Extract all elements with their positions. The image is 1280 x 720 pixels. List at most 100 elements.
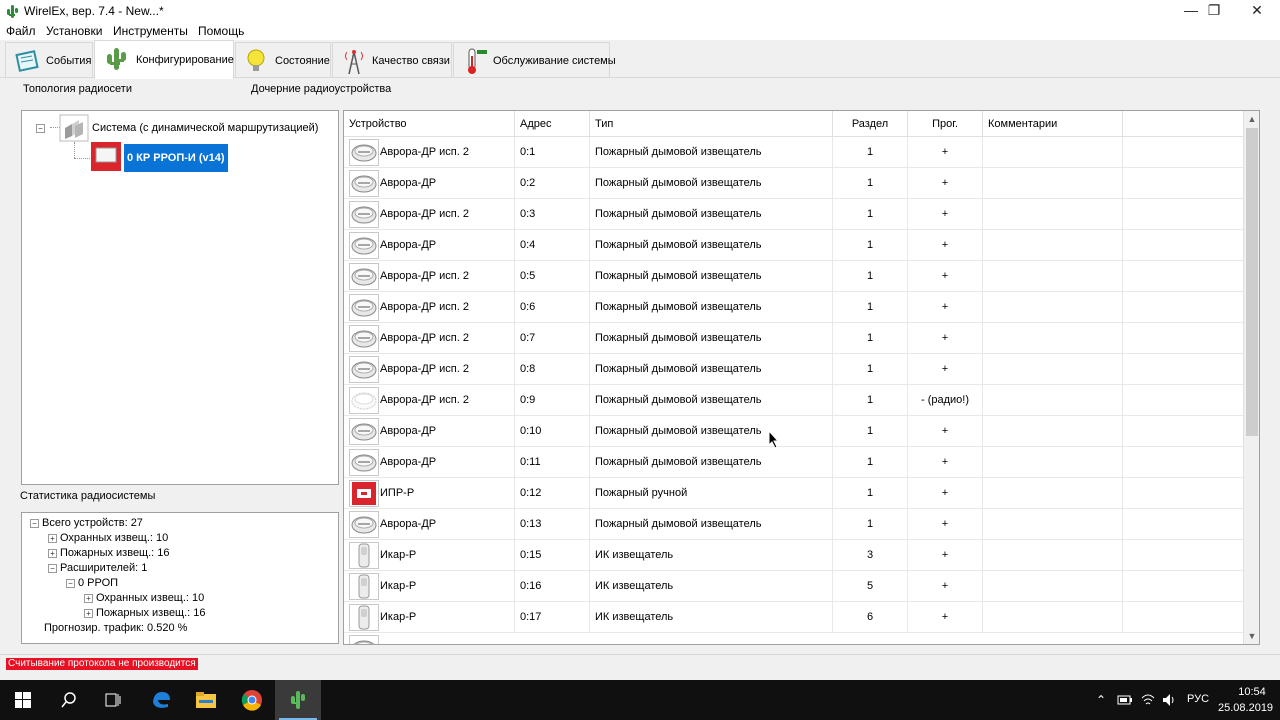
cell-type[interactable]: ИК извещатель — [590, 602, 833, 633]
table-row[interactable]: Аврора-ДР исп. 2 0:5 Пожарный дымовой изве… — [344, 261, 1244, 292]
menu-help[interactable]: Помощь — [198, 24, 244, 38]
cell-type[interactable]: Пожарный ручной — [590, 478, 833, 509]
table-row[interactable]: Аврора-ДР 0:2 Пожарный дымовой извещатель 1… — [344, 168, 1244, 199]
cell-address[interactable]: 0:6 — [515, 292, 590, 323]
cell-comment[interactable] — [983, 540, 1123, 571]
cell-prog[interactable]: + — [908, 323, 983, 354]
cell-section[interactable]: 1 — [833, 199, 908, 230]
cell-comment[interactable] — [983, 602, 1123, 633]
expand-icon[interactable]: + — [48, 533, 57, 543]
table-row-partial[interactable] — [344, 633, 1244, 644]
topology-tree[interactable]: − Система (с динамической маршрутизацией… — [21, 110, 339, 485]
cell-comment[interactable] — [983, 137, 1123, 168]
scrollbar-thumb[interactable] — [1246, 128, 1258, 436]
cell-prog[interactable]: + — [908, 261, 983, 292]
cell-prog[interactable]: + — [908, 199, 983, 230]
cell-prog[interactable]: + — [908, 478, 983, 509]
stats-total-devices[interactable]: − Всего устройств: 27 — [30, 517, 143, 529]
edge-icon[interactable] — [138, 680, 184, 720]
cell-comment[interactable] — [983, 447, 1123, 478]
clock-date[interactable]: 25.08.2019 — [1218, 702, 1273, 714]
tab-link-quality[interactable]: Качество связи — [332, 42, 452, 77]
table-row[interactable]: Аврора-ДР 0:13 Пожарный дымовой извещатель… — [344, 509, 1244, 540]
cell-address[interactable]: 0:13 — [515, 509, 590, 540]
file-explorer-icon[interactable] — [183, 680, 229, 720]
tab-state[interactable]: Состояние — [235, 42, 331, 77]
cell-prog[interactable]: + — [908, 571, 983, 602]
table-row[interactable]: Аврора-ДР исп. 2 0:8 Пожарный дымовой изве… — [344, 354, 1244, 385]
cell-address[interactable]: 0:11 — [515, 447, 590, 478]
cell-section[interactable]: 1 — [833, 478, 908, 509]
menu-tools[interactable]: Инструменты — [113, 24, 188, 38]
cell-type[interactable]: Пожарный дымовой извещатель — [590, 509, 833, 540]
cell-address[interactable]: 0:8 — [515, 354, 590, 385]
column-header-comments[interactable]: Комментарии — [983, 111, 1123, 137]
cell-address[interactable]: 0:12 — [515, 478, 590, 509]
cell-section[interactable]: 6 — [833, 602, 908, 633]
table-row[interactable]: Аврора-ДР 0:10 Пожарный дымовой извещатель… — [344, 416, 1244, 447]
chevron-up-icon[interactable]: ⌃ — [1096, 693, 1106, 707]
cell-comment[interactable] — [983, 478, 1123, 509]
menu-file[interactable]: Файл — [6, 24, 36, 38]
windows-start-icon[interactable] — [0, 680, 46, 720]
cell-prog[interactable]: + — [908, 168, 983, 199]
stats-rrop-security[interactable]: + Охранных извещ.: 10 — [84, 592, 204, 604]
stats-fire-detectors[interactable]: + Пожарных извещ.: 16 — [48, 547, 170, 559]
cell-type[interactable]: Пожарный дымовой извещатель — [590, 385, 833, 416]
cell-address[interactable]: 0:16 — [515, 571, 590, 602]
cell-prog[interactable]: + — [908, 540, 983, 571]
close-icon[interactable]: ✕ — [1234, 0, 1280, 22]
tab-maintenance[interactable]: Обслуживание системы — [453, 42, 616, 77]
stats-tree[interactable]: − Всего устройств: 27 + Охранных извещ.: 1… — [21, 512, 339, 644]
cell-address[interactable]: 0:3 — [515, 199, 590, 230]
expand-icon[interactable]: + — [84, 608, 93, 618]
cell-section[interactable]: 3 — [833, 540, 908, 571]
language-indicator[interactable]: РУС — [1187, 693, 1209, 705]
cell-address[interactable]: 0:1 — [515, 137, 590, 168]
cell-section[interactable]: 1 — [833, 261, 908, 292]
cell-section[interactable]: 1 — [833, 137, 908, 168]
column-header-section[interactable]: Раздел — [833, 111, 908, 137]
expand-icon[interactable]: + — [84, 593, 93, 603]
cell-type[interactable]: ИК извещатель — [590, 540, 833, 571]
column-header-device[interactable]: Устройство — [344, 111, 515, 137]
cell-section[interactable]: 1 — [833, 416, 908, 447]
cell-prog[interactable]: + — [908, 509, 983, 540]
tree-root-expander[interactable]: − — [36, 122, 48, 134]
table-row[interactable]: Аврора-ДР 0:4 Пожарный дымовой извещатель 1… — [344, 230, 1244, 261]
cell-address[interactable]: 0:5 — [515, 261, 590, 292]
task-view-icon[interactable] — [90, 680, 136, 720]
cell-section[interactable]: 1 — [833, 292, 908, 323]
column-header-prog[interactable]: Прог. — [908, 111, 983, 137]
cell-prog[interactable]: + — [908, 602, 983, 633]
cell-type[interactable]: ИК извещатель — [590, 571, 833, 602]
column-header-type[interactable]: Тип — [590, 111, 833, 137]
cell-section[interactable]: 5 — [833, 571, 908, 602]
vertical-scrollbar[interactable]: ▲ ▼ — [1243, 111, 1259, 644]
cell-section[interactable]: 1 — [833, 323, 908, 354]
table-row[interactable]: Икар-Р 0:15 ИК извещатель 3 + — [344, 540, 1244, 571]
table-row[interactable]: ИПР-Р 0:12 Пожарный ручной 1 + — [344, 478, 1244, 509]
cell-type[interactable]: Пожарный дымовой извещатель — [590, 199, 833, 230]
wirelex-icon[interactable] — [275, 680, 321, 720]
cell-section[interactable]: 1 — [833, 354, 908, 385]
cell-address[interactable]: 0:4 — [515, 230, 590, 261]
wifi-icon[interactable] — [1140, 692, 1156, 708]
cell-type[interactable]: Пожарный дымовой извещатель — [590, 137, 833, 168]
cell-comment[interactable] — [983, 385, 1123, 416]
cell-prog[interactable]: + — [908, 354, 983, 385]
battery-icon[interactable] — [1117, 694, 1133, 706]
cell-address[interactable]: 0:17 — [515, 602, 590, 633]
cell-section[interactable]: 1 — [833, 168, 908, 199]
cell-type[interactable]: Пожарный дымовой извещатель — [590, 230, 833, 261]
restore-icon[interactable]: ❐ — [1191, 0, 1237, 22]
cell-comment[interactable] — [983, 323, 1123, 354]
cell-address[interactable]: 0:15 — [515, 540, 590, 571]
clock-time[interactable]: 10:54 — [1232, 686, 1272, 698]
stats-security-detectors[interactable]: + Охранных извещ.: 10 — [48, 532, 168, 544]
collapse-icon[interactable]: − — [66, 578, 75, 588]
cell-prog[interactable]: + — [908, 447, 983, 478]
tab-configuration[interactable]: Конфигурирование — [94, 40, 234, 79]
chrome-icon[interactable] — [229, 680, 275, 720]
table-row[interactable]: Аврора-ДР исп. 2 0:7 Пожарный дымовой изве… — [344, 323, 1244, 354]
